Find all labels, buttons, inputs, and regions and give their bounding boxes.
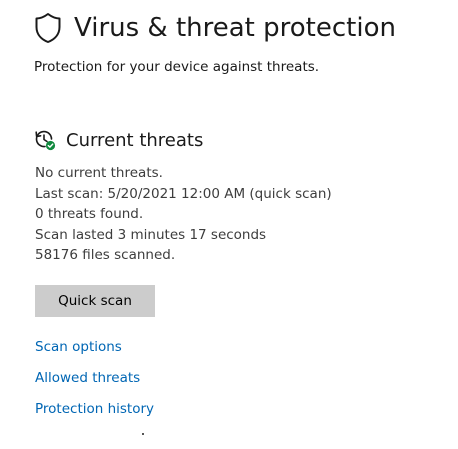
shield-icon bbox=[34, 12, 62, 44]
virus-threat-protection-page: Virus & threat protection Protection for… bbox=[0, 0, 458, 449]
threat-status-text: No current threats. bbox=[35, 165, 163, 181]
divider-dot bbox=[142, 433, 144, 435]
scan-options-link[interactable]: Scan options bbox=[35, 339, 122, 355]
last-scan-text: Last scan: 5/20/2021 12:00 AM (quick sca… bbox=[35, 185, 332, 202]
files-scanned-text: 58176 files scanned. bbox=[35, 247, 176, 263]
allowed-threats-link[interactable]: Allowed threats bbox=[35, 370, 140, 386]
current-threats-title: Current threats bbox=[66, 129, 204, 151]
protection-history-link[interactable]: Protection history bbox=[35, 401, 154, 417]
scan-status: No current threats. Last scan: 5/20/2021… bbox=[35, 163, 332, 266]
quick-scan-button[interactable]: Quick scan bbox=[35, 285, 155, 317]
page-subtitle: Protection for your device against threa… bbox=[34, 59, 320, 75]
page-header: Virus & threat protection bbox=[34, 10, 396, 46]
clock-refresh-check-icon bbox=[34, 129, 56, 151]
scan-duration-text: Scan lasted 3 minutes 17 seconds bbox=[35, 226, 267, 243]
threats-found-text: 0 threats found. bbox=[35, 206, 144, 222]
page-title: Virus & threat protection bbox=[74, 13, 396, 43]
current-threats-header: Current threats bbox=[34, 126, 203, 154]
